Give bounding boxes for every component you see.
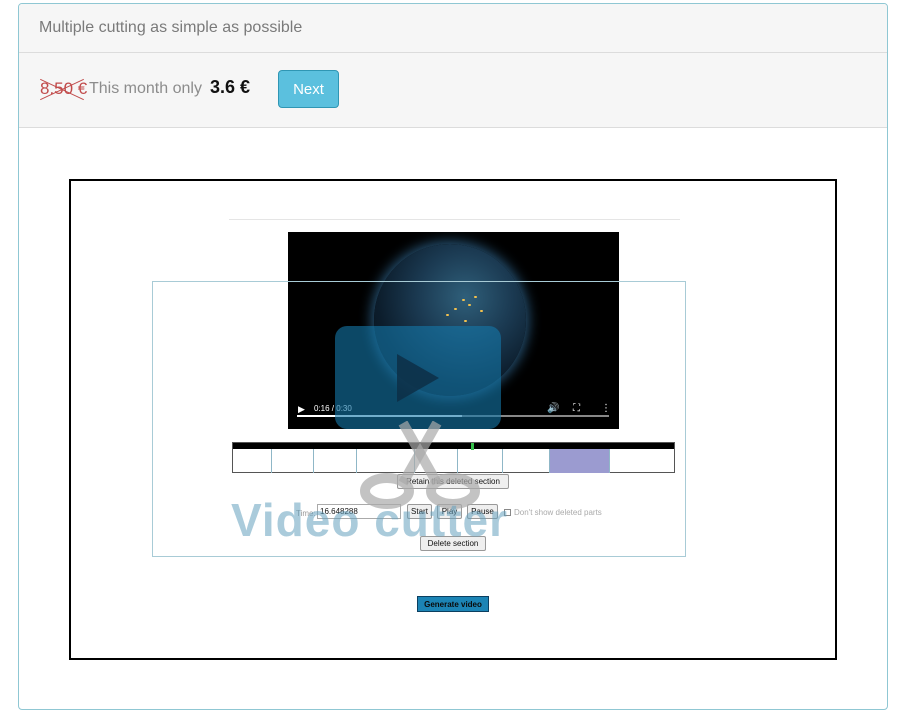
panel-title: Multiple cutting as simple as possible — [19, 4, 887, 53]
timeline-segment[interactable] — [548, 449, 609, 473]
dont-show-deleted-label: Don't show deleted parts — [514, 508, 602, 517]
new-price: 3.6 € — [210, 77, 251, 97]
offer-text: This month only — [89, 80, 202, 97]
price-row: 8.50 € This month only 3.6 € Next — [19, 53, 887, 128]
timeline-segment[interactable] — [271, 449, 313, 473]
generate-video-button[interactable]: Generate video — [417, 596, 489, 612]
old-price: 8.50 € — [40, 79, 88, 98]
offer-panel: Multiple cutting as simple as possible 8… — [18, 3, 888, 710]
timeline-segment[interactable] — [502, 449, 549, 473]
play-overlay-icon — [335, 326, 501, 429]
timeline-segment[interactable] — [233, 449, 271, 473]
next-button[interactable]: Next — [278, 70, 339, 108]
watermark-text: Video cutter — [231, 494, 508, 546]
video-cutter-preview: ▶ 0:16 / 0:30 🔊 ⛶ ⋮ Retain this deleted … — [69, 179, 837, 660]
timeline-segment[interactable] — [608, 449, 674, 473]
divider — [229, 219, 680, 220]
